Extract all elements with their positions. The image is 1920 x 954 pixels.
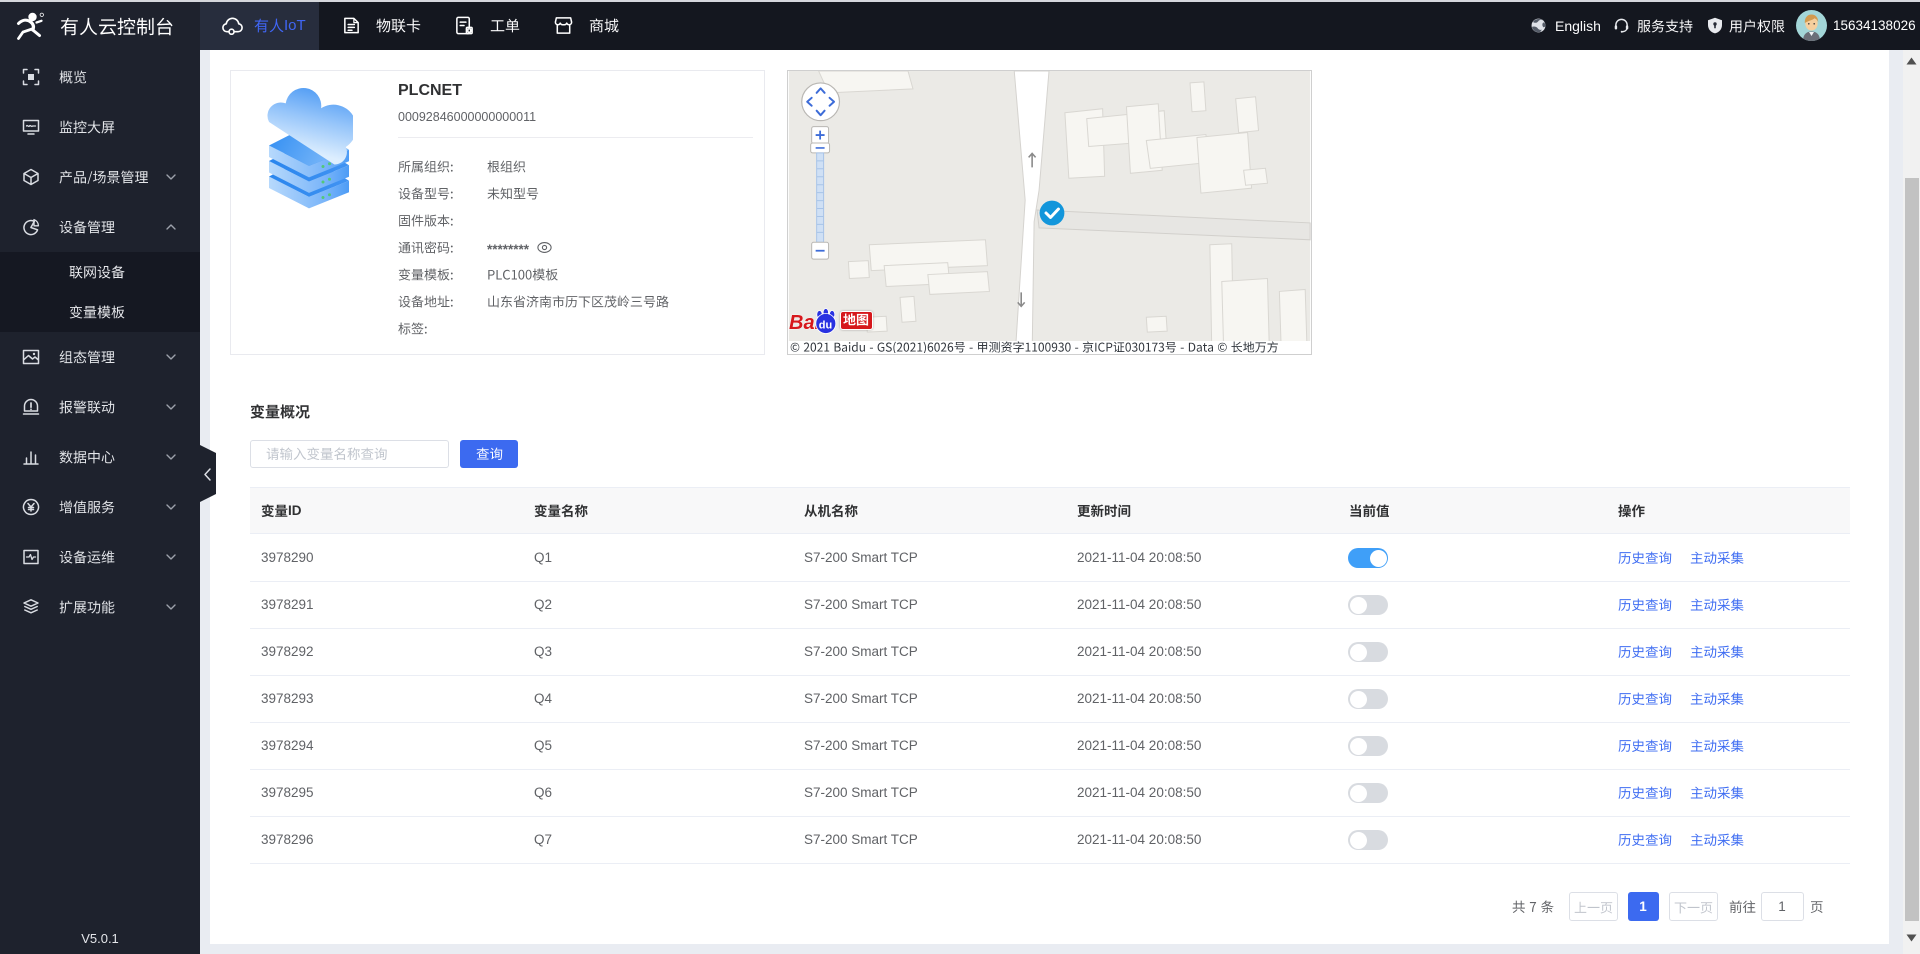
svg-text:du: du — [819, 320, 832, 332]
